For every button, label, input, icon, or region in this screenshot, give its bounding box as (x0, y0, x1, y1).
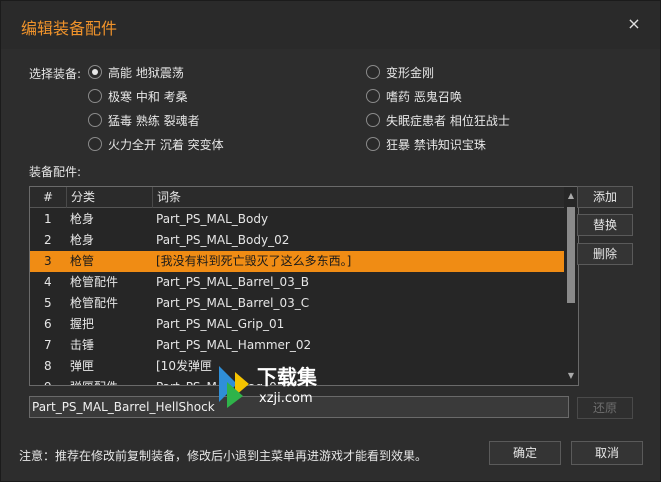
row-category: 弹匣 (70, 359, 95, 373)
table-row[interactable]: 6 握把 Part_PS_MAL_Grip_01 (30, 314, 565, 335)
table-row[interactable]: 8 弹匣 [10发弹匣 (30, 356, 565, 377)
equipment-option-4[interactable]: 嗜药 恶鬼召唤 (366, 87, 462, 105)
row-number: 2 (44, 233, 52, 247)
table-row[interactable]: 5 枪管配件 Part_PS_MAL_Barrel_03_C (30, 293, 565, 314)
equipment-option-label: 狂暴 禁讳知识宝珠 (386, 137, 486, 152)
row-category: 枪身 (70, 212, 95, 226)
add-button[interactable]: 添加 (577, 186, 633, 208)
equipment-option-label: 嗜药 恶鬼召唤 (386, 89, 462, 104)
row-number: 3 (44, 254, 52, 268)
replace-button[interactable]: 替换 (577, 214, 633, 236)
equipment-option-label: 失眠症患者 相位狂战士 (386, 113, 510, 128)
table-row[interactable]: 4 枪管配件 Part_PS_MAL_Barrel_03_B (30, 272, 565, 293)
row-entry: Part_PS_MAL_Barrel_03_C (156, 296, 310, 310)
equipment-option-label: 变形金刚 (386, 65, 435, 80)
column-header-entry[interactable]: 词条 (152, 187, 565, 208)
row-entry: Part_PS_MAL_Body_02 (156, 233, 290, 247)
dialog-title: 编辑装备配件 (21, 19, 118, 38)
part-entry-input[interactable]: Part_PS_MAL_Barrel_HellShock (29, 396, 569, 418)
equipment-option-label: 高能 地狱震荡 (108, 65, 184, 80)
row-entry: [10发弹匣 (156, 359, 212, 373)
row-category: 枪管配件 (70, 296, 119, 310)
table-row[interactable]: 9 弹匣配件 Part_PS_MAL_Mag_03_A (30, 377, 565, 385)
notice-text: 注意：推荐在修改前复制装备，修改后小退到主菜单再进游戏才能看到效果。 (19, 449, 428, 463)
scroll-thumb[interactable] (567, 207, 575, 303)
close-icon[interactable]: × (626, 16, 642, 32)
radio-icon[interactable] (366, 89, 380, 103)
edit-equipment-parts-dialog: 编辑装备配件 × 选择装备: 高能 地狱震荡 极寒 中和 考桑 猛毒 熟练 裂魂… (0, 0, 661, 482)
delete-button[interactable]: 删除 (577, 243, 633, 265)
table-scrollbar[interactable]: ▲ ▼ (564, 187, 578, 385)
row-entry: Part_PS_MAL_Grip_01 (156, 317, 285, 331)
radio-icon[interactable] (88, 113, 102, 127)
equipment-option-3[interactable]: 极寒 中和 考桑 (88, 87, 188, 105)
equipment-option-label: 火力全开 沉着 突变体 (108, 137, 224, 152)
row-number: 8 (44, 359, 52, 373)
table-row[interactable]: 7 击锤 Part_PS_MAL_Hammer_02 (30, 335, 565, 356)
row-number: 5 (44, 296, 52, 310)
select-equipment-label: 选择装备: (29, 67, 82, 81)
equipment-option-5[interactable]: 猛毒 熟练 裂魂者 (88, 111, 200, 129)
table-row-selected[interactable]: 3 枪管 [我没有料到死亡毁灭了这么多东西。] (30, 251, 565, 272)
row-entry: Part_PS_MAL_Mag_03_A (156, 377, 299, 385)
radio-icon[interactable] (366, 65, 380, 79)
row-number: 4 (44, 275, 52, 289)
row-category: 握把 (70, 317, 95, 331)
cancel-button[interactable]: 取消 (571, 441, 643, 465)
equipment-option-label: 极寒 中和 考桑 (108, 89, 188, 104)
scroll-up-arrow-icon[interactable]: ▲ (564, 189, 578, 203)
table-row[interactable]: 2 枪身 Part_PS_MAL_Body_02 (30, 230, 565, 251)
row-number: 9 (44, 377, 52, 385)
row-number: 1 (44, 212, 52, 226)
equipment-option-2[interactable]: 变形金刚 (366, 63, 434, 81)
row-category: 枪身 (70, 233, 95, 247)
table-row[interactable]: 1 枪身 Part_PS_MAL_Body (30, 209, 565, 230)
row-category: 枪管 (70, 254, 95, 268)
radio-icon[interactable] (366, 137, 380, 151)
radio-icon[interactable] (88, 137, 102, 151)
row-entry: Part_PS_MAL_Hammer_02 (156, 338, 312, 352)
equipment-parts-label: 装备配件: (29, 165, 82, 179)
equipment-option-label: 猛毒 熟练 裂魂者 (108, 113, 200, 128)
scroll-down-arrow-icon[interactable]: ▼ (564, 369, 578, 383)
equipment-option-1[interactable]: 高能 地狱震荡 (88, 63, 184, 81)
ok-button[interactable]: 确定 (489, 441, 561, 465)
radio-icon[interactable] (366, 113, 380, 127)
row-category: 枪管配件 (70, 275, 119, 289)
parts-table[interactable]: # 分类 词条 1 枪身 Part_PS_MAL_Body 2 枪身 Part_… (29, 186, 579, 386)
radio-icon[interactable] (88, 89, 102, 103)
row-category: 击锤 (70, 338, 95, 352)
table-header: # 分类 词条 (30, 187, 565, 208)
equipment-option-8[interactable]: 狂暴 禁讳知识宝珠 (366, 135, 486, 153)
equipment-option-6[interactable]: 失眠症患者 相位狂战士 (366, 111, 510, 129)
column-header-number[interactable]: # (30, 187, 66, 208)
row-entry: Part_PS_MAL_Body (156, 212, 269, 226)
row-number: 7 (44, 338, 52, 352)
radio-checked-icon[interactable] (88, 65, 102, 79)
restore-button[interactable]: 还原 (577, 397, 633, 419)
row-entry: Part_PS_MAL_Barrel_03_B (156, 275, 309, 289)
title-bar: 编辑装备配件 × (1, 1, 660, 49)
row-entry: [我没有料到死亡毁灭了这么多东西。] (156, 254, 352, 268)
column-header-category[interactable]: 分类 (66, 187, 152, 208)
equipment-option-7[interactable]: 火力全开 沉着 突变体 (88, 135, 224, 153)
row-number: 6 (44, 317, 52, 331)
row-category: 弹匣配件 (70, 377, 118, 385)
